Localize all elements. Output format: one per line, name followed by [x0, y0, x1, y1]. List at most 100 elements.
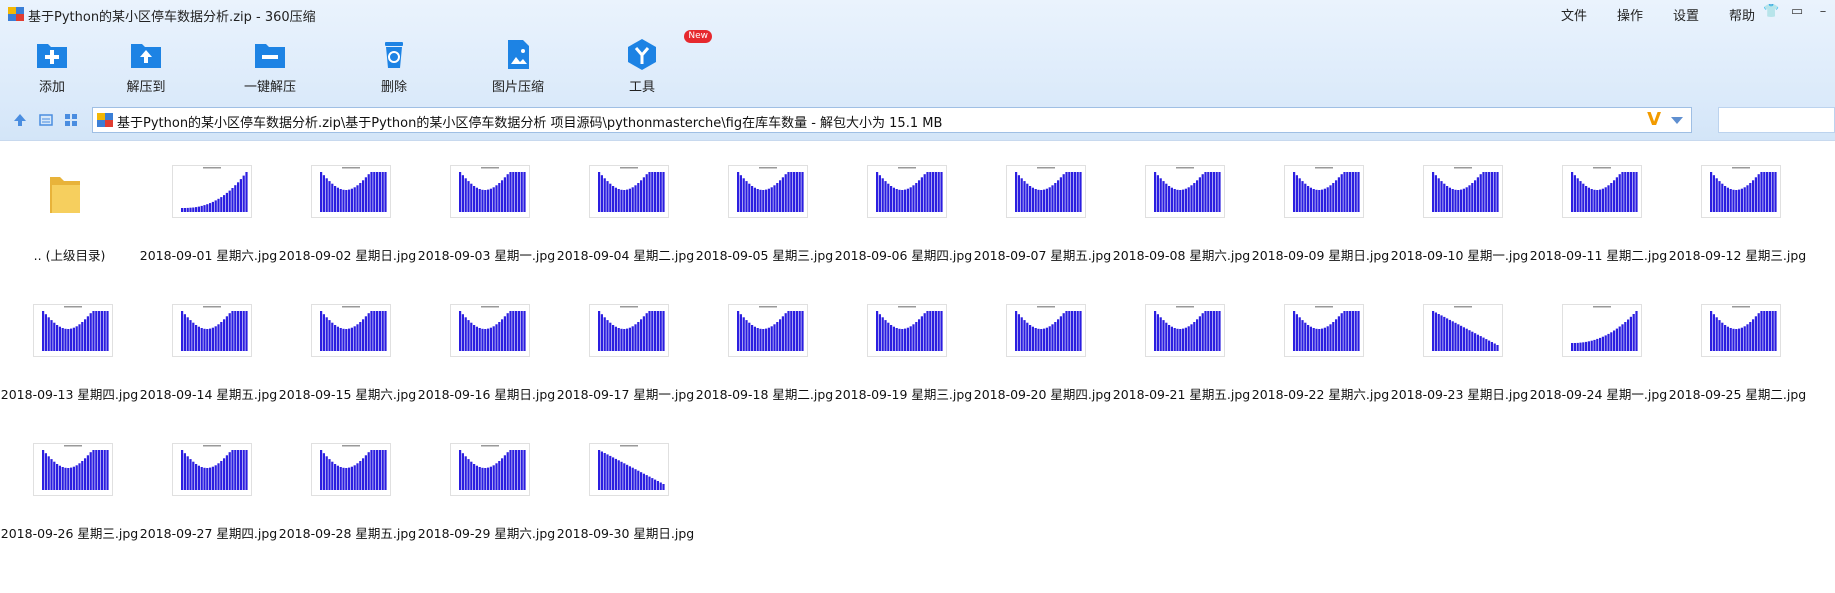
dropdown-arrow-icon[interactable]: [1671, 117, 1683, 124]
file-item[interactable]: 2018-09-22 星期六.jpg: [1251, 280, 1390, 420]
image-compress-button[interactable]: 图片压缩: [456, 34, 580, 96]
file-name: 2018-09-07 星期五.jpg: [973, 248, 1112, 263]
file-item[interactable]: 2018-09-05 星期三.jpg: [695, 141, 834, 281]
image-thumbnail: [1145, 304, 1225, 357]
chart-preview-icon: [320, 167, 387, 212]
file-item[interactable]: 2018-09-14 星期五.jpg: [139, 280, 278, 420]
file-item[interactable]: 2018-09-12 星期三.jpg: [1668, 141, 1807, 281]
one-click-extract-button[interactable]: 一键解压: [208, 34, 332, 96]
file-item[interactable]: 2018-09-30 星期日.jpg: [556, 419, 695, 559]
parent-folder-item[interactable]: .. (上级目录): [0, 141, 139, 281]
add-icon: [37, 44, 67, 68]
list-view-icon[interactable]: [38, 112, 54, 128]
image-thumbnail: [450, 443, 530, 496]
zip-file-icon: [97, 113, 113, 127]
image-thumbnail: [1423, 304, 1503, 357]
search-input[interactable]: [1718, 107, 1835, 133]
image-thumbnail: [311, 443, 391, 496]
parent-folder-label: .. (上级目录): [33, 248, 106, 263]
file-item[interactable]: 2018-09-07 星期五.jpg: [973, 141, 1112, 281]
chart-preview-icon: [1015, 167, 1082, 212]
file-item[interactable]: 2018-09-23 星期日.jpg: [1390, 280, 1529, 420]
up-arrow-icon[interactable]: [12, 112, 28, 128]
file-item[interactable]: 2018-09-03 星期一.jpg: [417, 141, 556, 281]
image-thumbnail: [867, 165, 947, 218]
file-item[interactable]: 2018-09-10 星期一.jpg: [1390, 141, 1529, 281]
image-thumbnail: [450, 304, 530, 357]
file-name: 2018-09-15 星期六.jpg: [278, 387, 417, 402]
path-field[interactable]: 基于Python的某小区停车数据分析.zip\基于Python的某小区停车数据分…: [92, 107, 1692, 133]
file-item[interactable]: 2018-09-13 星期四.jpg: [0, 280, 139, 420]
chart-preview-icon: [181, 445, 248, 490]
file-name: 2018-09-06 星期四.jpg: [834, 248, 973, 263]
menu-operate[interactable]: 操作: [1617, 5, 1643, 24]
file-item[interactable]: 2018-09-02 星期日.jpg: [278, 141, 417, 281]
file-item[interactable]: 2018-09-26 星期三.jpg: [0, 419, 139, 559]
tools-icon: [628, 39, 656, 70]
image-thumbnail: [589, 304, 669, 357]
file-item[interactable]: 2018-09-27 星期四.jpg: [139, 419, 278, 559]
file-item[interactable]: 2018-09-21 星期五.jpg: [1112, 280, 1251, 420]
chart-preview-icon: [181, 167, 248, 212]
tools-button[interactable]: New 工具: [580, 30, 712, 96]
file-item[interactable]: 2018-09-29 星期六.jpg: [417, 419, 556, 559]
chart-preview-icon: [42, 445, 109, 490]
file-name: 2018-09-24 星期一.jpg: [1529, 387, 1668, 402]
file-name: 2018-09-27 星期四.jpg: [139, 526, 278, 541]
image-thumbnail: [728, 165, 808, 218]
extract-to-button[interactable]: 解压到: [84, 34, 208, 96]
image-thumbnail: [1562, 165, 1642, 218]
file-item[interactable]: 2018-09-01 星期六.jpg: [139, 141, 278, 281]
chart-preview-icon: [1710, 167, 1777, 212]
menu-icon[interactable]: ▭: [1789, 4, 1805, 20]
menu-file[interactable]: 文件: [1561, 5, 1587, 24]
file-name: 2018-09-11 星期二.jpg: [1529, 248, 1668, 263]
file-item[interactable]: 2018-09-24 星期一.jpg: [1529, 280, 1668, 420]
file-item[interactable]: 2018-09-08 星期六.jpg: [1112, 141, 1251, 281]
chart-preview-icon: [1293, 306, 1360, 351]
file-name: 2018-09-26 星期三.jpg: [0, 526, 139, 541]
chart-preview-icon: [1015, 306, 1082, 351]
delete-button[interactable]: 删除: [332, 34, 456, 96]
file-item[interactable]: 2018-09-04 星期二.jpg: [556, 141, 695, 281]
minimize-icon[interactable]: –: [1815, 4, 1831, 20]
top-area: 基于Python的某小区停车数据分析.zip - 360压缩 文件 操作 设置 …: [0, 0, 1835, 140]
file-item[interactable]: 2018-09-18 星期二.jpg: [695, 280, 834, 420]
file-name: 2018-09-14 星期五.jpg: [139, 387, 278, 402]
one-click-extract-label: 一键解压: [243, 80, 296, 95]
toolbar: 添加 解压到 一键解压 删除 图片压缩 New 工具: [20, 30, 712, 96]
image-thumbnail: [33, 443, 113, 496]
chart-preview-icon: [1432, 167, 1499, 212]
menu-settings[interactable]: 设置: [1673, 5, 1699, 24]
file-item[interactable]: 2018-09-28 星期五.jpg: [278, 419, 417, 559]
image-thumbnail: [1701, 165, 1781, 218]
skin-icon[interactable]: 👕: [1763, 4, 1779, 20]
file-item[interactable]: 2018-09-11 星期二.jpg: [1529, 141, 1668, 281]
menu-bar: 文件 操作 设置 帮助: [1561, 5, 1755, 24]
chart-preview-icon: [1154, 167, 1221, 212]
file-item[interactable]: 2018-09-20 星期四.jpg: [973, 280, 1112, 420]
file-name: 2018-09-04 星期二.jpg: [556, 248, 695, 263]
file-item[interactable]: 2018-09-19 星期三.jpg: [834, 280, 973, 420]
chart-preview-icon: [459, 306, 526, 351]
file-item[interactable]: 2018-09-17 星期一.jpg: [556, 280, 695, 420]
file-item[interactable]: 2018-09-06 星期四.jpg: [834, 141, 973, 281]
image-thumbnail: [450, 165, 530, 218]
image-compress-label: 图片压缩: [491, 80, 544, 95]
file-name: 2018-09-22 星期六.jpg: [1251, 387, 1390, 402]
thumbnail-view-icon[interactable]: [63, 112, 79, 128]
archive-app-icon: [8, 7, 24, 21]
chart-preview-icon: [1571, 167, 1638, 212]
v-chevron-icon[interactable]: V: [1647, 111, 1661, 129]
file-item[interactable]: 2018-09-09 星期日.jpg: [1251, 141, 1390, 281]
file-name: 2018-09-12 星期三.jpg: [1668, 248, 1807, 263]
image-thumbnail: [172, 304, 252, 357]
chart-preview-icon: [459, 167, 526, 212]
menu-help[interactable]: 帮助: [1729, 5, 1755, 24]
file-item[interactable]: 2018-09-15 星期六.jpg: [278, 280, 417, 420]
file-item[interactable]: 2018-09-16 星期日.jpg: [417, 280, 556, 420]
add-button[interactable]: 添加: [20, 34, 84, 96]
file-item[interactable]: 2018-09-25 星期二.jpg: [1668, 280, 1807, 420]
image-thumbnail: [1562, 304, 1642, 357]
file-name: 2018-09-13 星期四.jpg: [0, 387, 139, 402]
